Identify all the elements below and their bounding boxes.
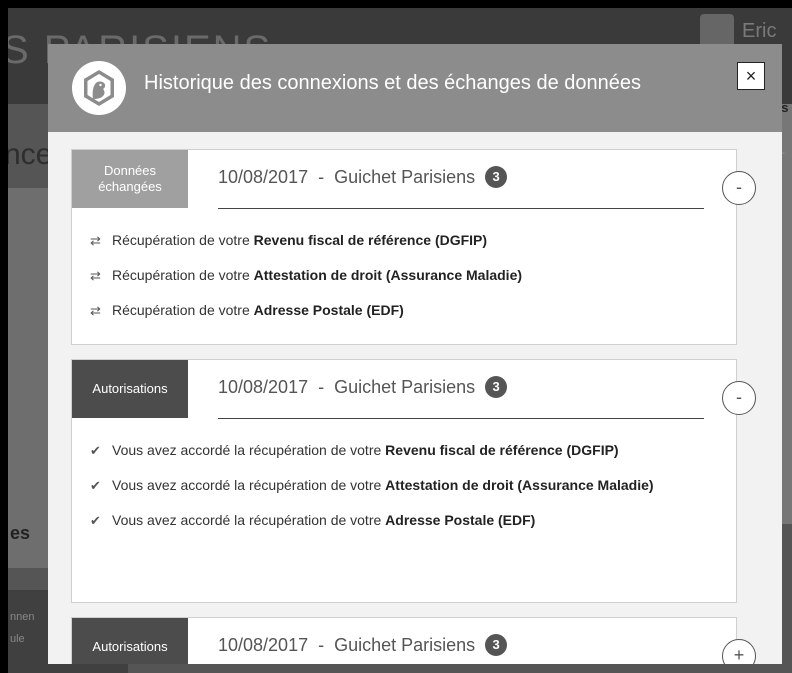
avatar bbox=[700, 14, 734, 48]
card-divider bbox=[218, 418, 704, 419]
card-date: 10/08/2017 bbox=[218, 166, 309, 187]
background-label: es bbox=[10, 523, 31, 543]
item-bold-text: Adresse Postale (EDF) bbox=[385, 512, 536, 528]
collapse-button[interactable]: - bbox=[722, 171, 756, 205]
card-separator: - bbox=[318, 634, 325, 655]
list-item: ⇄ Récupération de votre Revenu fiscal de … bbox=[90, 230, 710, 251]
item-text: Récupération de votre bbox=[112, 267, 254, 283]
item-text: Vous avez accordé la récupération de vot… bbox=[112, 442, 386, 458]
list-item: ⇄ Récupération de votre Attestation de dr… bbox=[90, 265, 710, 286]
count-badge: 3 bbox=[485, 166, 508, 188]
exchange-icon: ⇄ bbox=[90, 233, 101, 248]
guichet-logo-icon bbox=[72, 61, 126, 115]
card-tag: Données échangées bbox=[72, 150, 188, 208]
count-badge: 3 bbox=[485, 376, 508, 398]
list-item: ✔ Vous avez accordé la récupération de vo… bbox=[90, 440, 710, 461]
card-title: 10/08/2017 - Guichet Parisiens 3 bbox=[218, 166, 508, 188]
checkmark-icon: ✔ bbox=[90, 478, 101, 493]
card-tag-line: échangées bbox=[98, 179, 162, 194]
history-modal: Historique des connexions et des échange… bbox=[48, 44, 782, 664]
background-heading: nce bbox=[8, 138, 53, 171]
card-title: 10/08/2017 - Guichet Parisiens 3 bbox=[218, 376, 508, 398]
history-card-authorizations-collapsed: Autorisations 10/08/2017 - Guichet Paris… bbox=[71, 617, 756, 664]
card-tag-line: Données bbox=[103, 163, 157, 178]
item-text: Récupération de votre bbox=[112, 302, 254, 318]
exchange-icon: ⇄ bbox=[90, 268, 101, 283]
user-name: Eric bbox=[742, 19, 777, 42]
card-divider bbox=[218, 208, 704, 209]
modal-header: Historique des connexions et des échange… bbox=[48, 44, 782, 132]
item-bold-text: Revenu fiscal de référence (DGFIP) bbox=[253, 232, 488, 248]
item-bold-text: Attestation de droit (Assurance Maladie) bbox=[385, 477, 654, 493]
card-title: 10/08/2017 - Guichet Parisiens 3 bbox=[218, 634, 508, 656]
history-card-authorizations: Autorisations 10/08/2017 - Guichet Paris… bbox=[71, 359, 756, 603]
checkmark-icon: ✔ bbox=[90, 443, 101, 458]
card-service: Guichet Parisiens bbox=[334, 634, 476, 655]
user-menu[interactable]: Eric bbox=[700, 14, 776, 48]
checkmark-icon: ✔ bbox=[90, 513, 101, 528]
item-text: Récupération de votre bbox=[112, 232, 254, 248]
item-bold-text: Adresse Postale (EDF) bbox=[253, 302, 404, 318]
card-tag: Autorisations bbox=[72, 360, 188, 418]
card-tag: Autorisations bbox=[72, 618, 188, 664]
background-small-text: ule bbox=[10, 633, 25, 645]
card-service: Guichet Parisiens bbox=[334, 166, 476, 187]
screen: S PARISIENS Eric nce es nnen ule es e- e… bbox=[8, 8, 792, 673]
item-bold-text: Attestation de droit (Assurance Maladie) bbox=[253, 267, 523, 283]
item-bold-text: Revenu fiscal de référence (DGFIP) bbox=[385, 442, 619, 458]
list-item: ⇄ Récupération de votre Adresse Postale (… bbox=[90, 300, 710, 321]
background-small-text: nnen bbox=[10, 611, 35, 623]
item-text: Vous avez accordé la récupération de vot… bbox=[112, 512, 386, 528]
card-date: 10/08/2017 bbox=[218, 376, 309, 397]
item-text: Vous avez accordé la récupération de vot… bbox=[112, 477, 386, 493]
card-date: 10/08/2017 bbox=[218, 634, 309, 655]
close-button[interactable]: × bbox=[737, 62, 765, 90]
expand-button[interactable]: + bbox=[722, 639, 756, 664]
modal-body[interactable]: Données échangées 10/08/2017 - Guichet P… bbox=[48, 132, 782, 664]
card-items: ✔ Vous avez accordé la récupération de vo… bbox=[90, 440, 710, 545]
collapse-button[interactable]: - bbox=[722, 381, 756, 415]
card-items: ⇄ Récupération de votre Revenu fiscal de … bbox=[90, 230, 710, 335]
list-item: ✔ Vous avez accordé la récupération de vo… bbox=[90, 510, 710, 531]
count-badge: 3 bbox=[485, 634, 508, 656]
card-separator: - bbox=[318, 166, 325, 187]
exchange-icon: ⇄ bbox=[90, 303, 101, 318]
card-service: Guichet Parisiens bbox=[334, 376, 476, 397]
card-separator: - bbox=[318, 376, 325, 397]
modal-title: Historique des connexions et des échange… bbox=[144, 72, 642, 94]
history-card-data-exchanged: Données échangées 10/08/2017 - Guichet P… bbox=[71, 149, 756, 345]
list-item: ✔ Vous avez accordé la récupération de vo… bbox=[90, 475, 710, 496]
